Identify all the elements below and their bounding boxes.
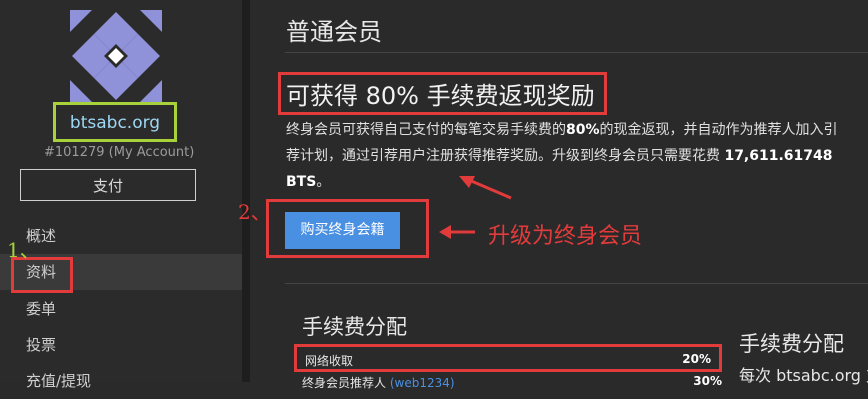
promo-text-1: 终身会员可获得自己支付的每笔交易手续费的 — [286, 122, 566, 138]
fee-row-network: 网络收取 20% — [294, 344, 722, 372]
upgrade-annotation: 升级为终身会员 — [488, 224, 643, 249]
promo-description: 终身会员可获得自己支付的每笔交易手续费的80%的现金返现，并自动作为推荐人加入引… — [286, 117, 842, 195]
pay-button[interactable]: 支付 — [20, 169, 196, 201]
side-fee-title: 手续费分配 — [739, 332, 844, 356]
account-name-link[interactable]: btsabc.org — [56, 113, 174, 133]
promo-title: 可获得 80% 手续费返现奖励 — [286, 82, 595, 110]
arrow-to-amount-icon — [459, 176, 512, 200]
fee-row-label: 网络收取 — [305, 354, 354, 368]
buy-lifetime-membership-button[interactable]: 购买终身会籍 — [285, 212, 400, 249]
fee-row-label: 终身会员推荐人 — [302, 376, 387, 390]
nav-item-orders[interactable]: 委单 — [0, 291, 242, 327]
divider — [285, 283, 868, 284]
nav-item-deposit-withdraw[interactable]: 充值/提现 — [0, 363, 242, 399]
promo-text-end: 。 — [316, 174, 331, 190]
promo-percent: 80% — [566, 122, 600, 138]
nav-item-voting[interactable]: 投票 — [0, 327, 242, 363]
panel-divider — [242, 0, 250, 382]
referrer-link[interactable]: (web1234) — [390, 376, 455, 390]
avatar-identicon — [70, 10, 162, 102]
account-name-highlight: btsabc.org — [53, 102, 177, 142]
fee-row-referrer: 终身会员推荐人 (web1234) 30% — [302, 374, 722, 390]
fee-distribution-title: 手续费分配 — [302, 315, 407, 339]
arrow-to-button-icon — [439, 225, 475, 239]
fee-row-value: 20% — [682, 352, 711, 366]
sidebar: btsabc.org #101279 (My Account) 支付 概述 资料… — [0, 0, 242, 390]
step-1-label: 1、 — [7, 238, 40, 262]
side-fee-text: 每次 btsabc.org 支 — [739, 366, 868, 385]
page-title: 普通会员 — [286, 18, 382, 46]
fee-row-value: 30% — [693, 374, 722, 388]
account-id: #101279 (My Account) — [44, 145, 195, 160]
divider — [285, 52, 868, 53]
